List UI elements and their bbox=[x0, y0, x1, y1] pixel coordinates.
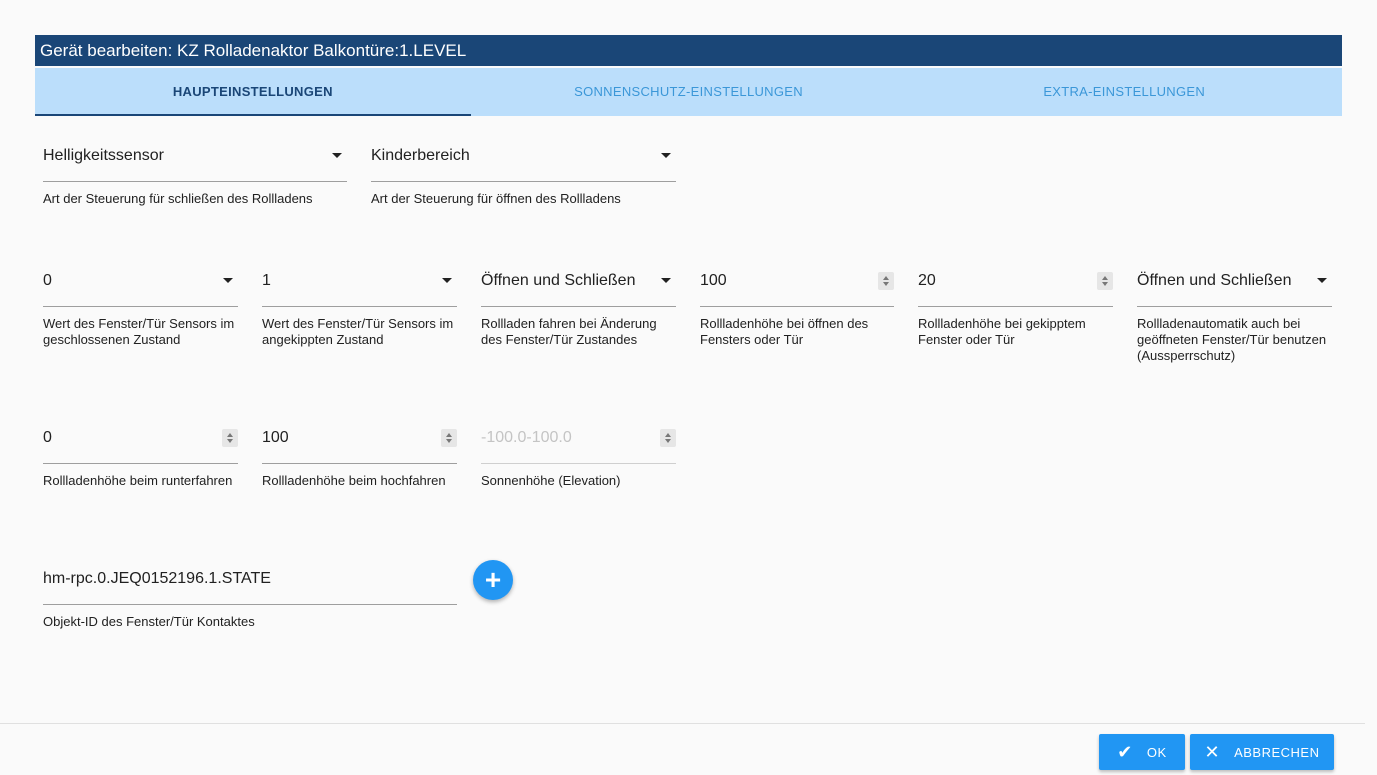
height-tilted-window-value: 20 bbox=[918, 272, 936, 289]
height-tilted-window-input[interactable]: 20 bbox=[918, 256, 1113, 307]
sun-elevation-input[interactable]: -100.0-100.0 bbox=[481, 413, 676, 464]
footer-divider bbox=[0, 723, 1365, 724]
sun-elevation-field: -100.0-100.0 Sonnenhöhe (Elevation) bbox=[481, 413, 676, 489]
close-icon: ✕ bbox=[1204, 741, 1221, 762]
object-id-input[interactable]: hm-rpc.0.JEQ0152196.1.STATE bbox=[43, 554, 457, 605]
dropdown-arrow-icon bbox=[661, 278, 671, 283]
height-down-value: 0 bbox=[43, 429, 52, 446]
object-id-value: hm-rpc.0.JEQ0152196.1.STATE bbox=[43, 570, 271, 587]
open-control-value: Kinderbereich bbox=[371, 147, 470, 164]
height-down-input[interactable]: 0 bbox=[43, 413, 238, 464]
height-open-window-field: 100 Rollladenhöhe bei öffnen des Fenster… bbox=[700, 256, 894, 348]
height-down-label: Rollladenhöhe beim runterfahren bbox=[43, 473, 233, 488]
lockout-protection-value: Öffnen und Schließen bbox=[1137, 272, 1292, 289]
tab-bar: HAUPTEINSTELLUNGEN SONNENSCHUTZ-EINSTELL… bbox=[35, 68, 1342, 116]
sun-elevation-placeholder: -100.0-100.0 bbox=[481, 429, 572, 446]
move-on-change-label: Rollladen fahren bei Änderung des Fenste… bbox=[481, 316, 657, 347]
check-icon: ✔ bbox=[1117, 741, 1133, 762]
open-control-label: Art der Steuerung für öffnen des Rolllad… bbox=[371, 191, 621, 206]
height-open-window-label: Rollladenhöhe bei öffnen des Fensters od… bbox=[700, 316, 869, 347]
sensor-tilted-select[interactable]: 1 bbox=[262, 256, 457, 307]
height-open-window-input[interactable]: 100 bbox=[700, 256, 894, 307]
height-open-window-value: 100 bbox=[700, 272, 727, 289]
close-control-select[interactable]: Helligkeitssensor bbox=[43, 131, 347, 182]
height-up-label: Rollladenhöhe beim hochfahren bbox=[262, 473, 446, 488]
lockout-protection-field: Öffnen und Schließen Rollladenautomatik … bbox=[1137, 256, 1332, 364]
dropdown-arrow-icon bbox=[1317, 278, 1327, 283]
sensor-closed-label: Wert des Fenster/Tür Sensors im geschlos… bbox=[43, 316, 235, 347]
object-id-field: hm-rpc.0.JEQ0152196.1.STATE Objekt-ID de… bbox=[43, 554, 457, 630]
ok-button[interactable]: ✔ OK bbox=[1099, 734, 1185, 770]
dropdown-arrow-icon bbox=[661, 153, 671, 158]
open-control-select[interactable]: Kinderbereich bbox=[371, 131, 676, 182]
move-on-change-value: Öffnen und Schließen bbox=[481, 272, 636, 289]
close-control-field: Helligkeitssensor Art der Steuerung für … bbox=[43, 131, 347, 207]
sensor-tilted-value: 1 bbox=[262, 272, 271, 289]
lockout-protection-select[interactable]: Öffnen und Schließen bbox=[1137, 256, 1332, 307]
dropdown-arrow-icon bbox=[442, 278, 452, 283]
tab-sun-protection-settings[interactable]: SONNENSCHUTZ-EINSTELLUNGEN bbox=[471, 68, 907, 116]
spinner-icon[interactable] bbox=[441, 429, 457, 447]
ok-button-label: OK bbox=[1146, 744, 1167, 760]
spinner-icon[interactable] bbox=[660, 429, 676, 447]
tab-extra-settings[interactable]: EXTRA-EINSTELLUNGEN bbox=[906, 68, 1342, 116]
dialog-title: Gerät bearbeiten: KZ Rolladenaktor Balko… bbox=[35, 35, 1342, 66]
close-control-value: Helligkeitssensor bbox=[43, 147, 164, 164]
spinner-icon[interactable] bbox=[1097, 272, 1113, 290]
plus-icon: + bbox=[484, 564, 502, 595]
dropdown-arrow-icon bbox=[332, 153, 342, 158]
dropdown-arrow-icon bbox=[223, 278, 233, 283]
close-control-label: Art der Steuerung für schließen des Roll… bbox=[43, 191, 313, 206]
height-up-input[interactable]: 100 bbox=[262, 413, 457, 464]
height-down-field: 0 Rollladenhöhe beim runterfahren bbox=[43, 413, 238, 489]
height-tilted-window-label: Rollladenhöhe bei gekipptem Fenster oder… bbox=[918, 316, 1086, 347]
open-control-field: Kinderbereich Art der Steuerung für öffn… bbox=[371, 131, 676, 207]
sensor-closed-value: 0 bbox=[43, 272, 52, 289]
sensor-tilted-label: Wert des Fenster/Tür Sensors im angekipp… bbox=[262, 316, 454, 347]
sun-elevation-label: Sonnenhöhe (Elevation) bbox=[481, 473, 621, 488]
sensor-closed-field: 0 Wert des Fenster/Tür Sensors im geschl… bbox=[43, 256, 238, 348]
sensor-tilted-field: 1 Wert des Fenster/Tür Sensors im angeki… bbox=[262, 256, 457, 348]
height-up-field: 100 Rollladenhöhe beim hochfahren bbox=[262, 413, 457, 489]
sensor-closed-select[interactable]: 0 bbox=[43, 256, 238, 307]
cancel-button-label: ABBRECHEN bbox=[1234, 744, 1320, 760]
lockout-protection-label: Rollladenautomatik auch bei geöffneten F… bbox=[1137, 316, 1327, 363]
height-tilted-window-field: 20 Rollladenhöhe bei gekipptem Fenster o… bbox=[918, 256, 1113, 348]
spinner-icon[interactable] bbox=[222, 429, 238, 447]
move-on-change-select[interactable]: Öffnen und Schließen bbox=[481, 256, 676, 307]
object-id-label: Objekt-ID des Fenster/Tür Kontaktes bbox=[43, 614, 255, 629]
add-object-button[interactable]: + bbox=[473, 560, 513, 600]
spinner-icon[interactable] bbox=[878, 272, 894, 290]
height-up-value: 100 bbox=[262, 429, 289, 446]
cancel-button[interactable]: ✕ ABBRECHEN bbox=[1190, 734, 1334, 770]
tab-main-settings[interactable]: HAUPTEINSTELLUNGEN bbox=[35, 68, 471, 116]
move-on-change-field: Öffnen und Schließen Rollladen fahren be… bbox=[481, 256, 676, 348]
